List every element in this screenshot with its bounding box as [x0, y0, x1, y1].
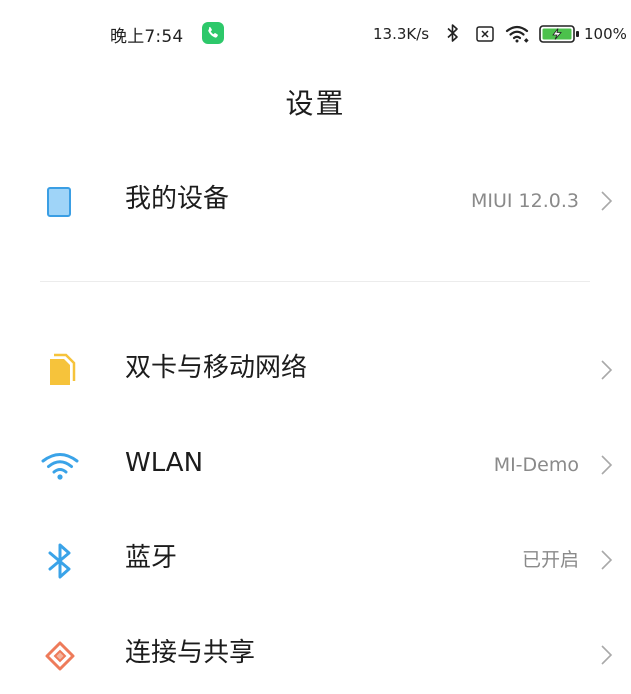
wifi-icon: [40, 446, 80, 486]
settings-item-sim-network[interactable]: 双卡与移动网络: [0, 329, 631, 409]
no-sim-icon: [476, 26, 494, 46]
bluetooth-label: 蓝牙: [125, 543, 178, 573]
bluetooth-value: 已开启: [521, 549, 579, 571]
status-bar: 晚上7:54 13.3K/s ◆ 100%: [0, 0, 631, 70]
settings-item-connection-sharing[interactable]: 连接与共享: [0, 614, 631, 694]
section-divider: [40, 281, 590, 282]
settings-item-my-device[interactable]: 我的设备 MIUI 12.0.3: [0, 160, 631, 240]
phone-call-icon: [202, 22, 224, 44]
status-time: 晚上7:54: [110, 27, 184, 47]
wlan-label: WLAN: [125, 448, 204, 478]
chevron-right-icon: [597, 189, 617, 213]
my-device-label: 我的设备: [125, 184, 230, 214]
device-icon: [40, 182, 80, 222]
svg-text:◆: ◆: [524, 37, 529, 43]
chevron-right-icon: [597, 548, 617, 572]
settings-item-bluetooth[interactable]: 蓝牙 已开启: [0, 519, 631, 599]
chevron-right-icon: [597, 643, 617, 667]
network-speed: 13.3K/s: [373, 25, 430, 43]
wlan-value: MI-Demo: [493, 454, 579, 476]
connection-sharing-label: 连接与共享: [125, 638, 256, 668]
sim-card-icon: [40, 351, 80, 391]
battery-percent: 100%: [584, 25, 627, 43]
bluetooth-icon: [40, 541, 80, 581]
my-device-value: MIUI 12.0.3: [471, 190, 579, 212]
chevron-right-icon: [597, 358, 617, 382]
sim-network-label: 双卡与移动网络: [125, 353, 308, 383]
bluetooth-status-icon: [446, 23, 460, 47]
chevron-right-icon: [597, 453, 617, 477]
connection-share-icon: [40, 636, 80, 676]
settings-item-wlan[interactable]: WLAN MI-Demo: [0, 424, 631, 504]
battery-charging-icon: [539, 25, 581, 47]
wifi-status-icon: ◆: [505, 25, 531, 47]
page-title: 设置: [285, 87, 346, 120]
